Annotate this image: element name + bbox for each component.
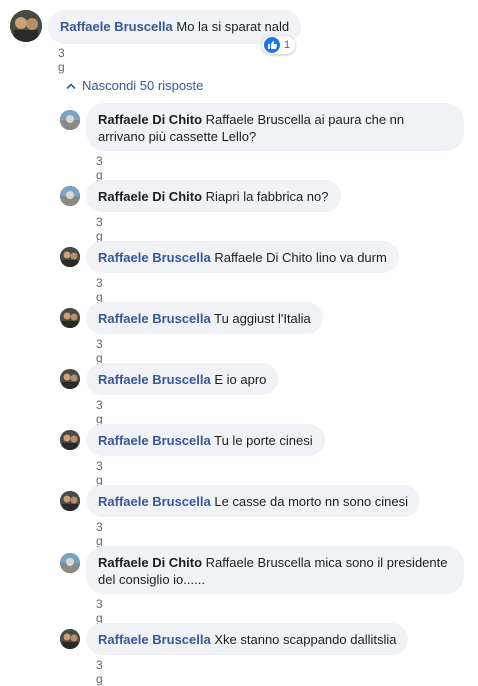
comment-author[interactable]: Raffaele Di Chito xyxy=(98,112,202,127)
comment-bubble: Raffaele Bruscella Tu le porte cinesi xyxy=(86,424,325,456)
comment-author[interactable]: Raffaele Bruscella xyxy=(98,372,211,387)
comment-time[interactable]: 3 g xyxy=(96,154,103,182)
comment-bubble: Raffaele Bruscella Xke stanno scappando … xyxy=(86,623,409,655)
reaction-count: 1 xyxy=(284,39,291,51)
avatar[interactable] xyxy=(60,369,80,389)
avatar[interactable] xyxy=(60,491,80,511)
like-icon xyxy=(264,37,280,53)
comment-bubble: Raffaele Bruscella Le casse da morto nn … xyxy=(86,485,421,517)
comment-text: E io apro xyxy=(214,372,267,387)
comment-bubble: Raffaele Di Chito Riapri la fabbrica no? xyxy=(86,180,341,212)
avatar[interactable] xyxy=(60,629,80,649)
comment-time[interactable]: 3 g xyxy=(96,658,103,686)
comment-author[interactable]: Raffaele Di Chito xyxy=(98,189,202,204)
comment-time[interactable]: 3 g xyxy=(58,46,65,74)
comment-text: Tu aggiust l'Italia xyxy=(214,311,311,326)
toggle-label: Nascondi 50 risposte xyxy=(82,78,204,93)
comment-time[interactable]: 3 g xyxy=(96,276,103,304)
comment-bubble: Raffaele Di Chito Raffaele Bruscella ai … xyxy=(86,103,464,151)
comment-text: Xke stanno scappando dallitslia xyxy=(214,632,397,647)
hide-replies-toggle[interactable]: Nascondi 50 risposte xyxy=(66,78,203,93)
comment-text: Le casse da morto nn sono cinesi xyxy=(214,494,409,509)
comment-time[interactable]: 3 g xyxy=(96,337,103,365)
comment-time[interactable]: 3 g xyxy=(96,459,103,487)
comment-bubble: Raffaele Di Chito Raffaele Bruscella mic… xyxy=(86,546,464,594)
comment-author[interactable]: Raffaele Bruscella xyxy=(98,632,211,647)
comment-text: Riapri la fabbrica no? xyxy=(205,189,329,204)
comment-author[interactable]: Raffaele Bruscella xyxy=(98,433,211,448)
comment-text: Tu le porte cinesi xyxy=(214,433,313,448)
comment-bubble: Raffaele Bruscella Tu aggiust l'Italia xyxy=(86,302,323,334)
avatar[interactable] xyxy=(60,186,80,206)
comment-text: Mo la si sparat nald xyxy=(176,19,290,34)
comment-bubble: Raffaele Bruscella E io apro xyxy=(86,363,279,395)
comment-time[interactable]: 3 g xyxy=(96,520,103,548)
comment-time[interactable]: 3 g xyxy=(96,215,103,243)
comment-author[interactable]: Raffaele Bruscella xyxy=(98,311,211,326)
chevron-up-icon xyxy=(66,82,76,89)
avatar[interactable] xyxy=(60,308,80,328)
comment-time[interactable]: 3 g xyxy=(96,597,103,625)
avatar[interactable] xyxy=(60,553,80,573)
comment-text: Raffaele Di Chito lino va durm xyxy=(214,250,387,265)
comment-author[interactable]: Raffaele Bruscella xyxy=(60,19,173,34)
comment-author[interactable]: Raffaele Bruscella xyxy=(98,250,211,265)
comment-author[interactable]: Raffaele Bruscella xyxy=(98,494,211,509)
comment-bubble: Raffaele Bruscella Raffaele Di Chito lin… xyxy=(86,241,399,273)
avatar[interactable] xyxy=(60,247,80,267)
avatar[interactable] xyxy=(10,10,42,42)
avatar[interactable] xyxy=(60,110,80,130)
comment-author[interactable]: Raffaele Di Chito xyxy=(98,555,202,570)
comment-time[interactable]: 3 g xyxy=(96,398,103,426)
avatar[interactable] xyxy=(60,430,80,450)
reaction-badge[interactable]: 1 xyxy=(262,36,296,54)
